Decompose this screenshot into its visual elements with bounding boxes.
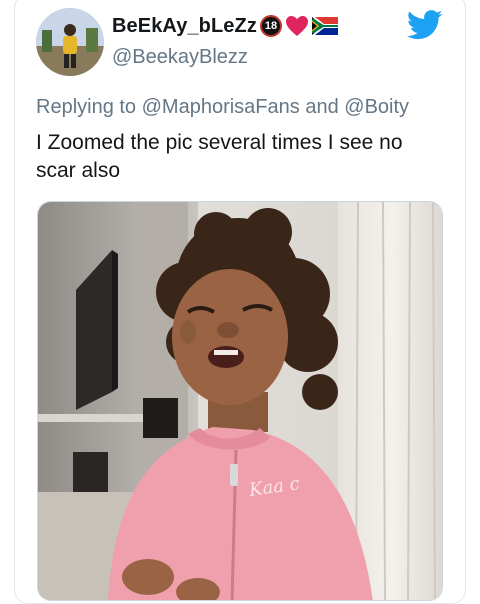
name-row: BeEkAy_bLeZz 18 (112, 13, 338, 39)
avatar[interactable] (36, 8, 104, 76)
reply-joiner: and (305, 96, 339, 118)
mention-link[interactable]: @Boity (344, 96, 409, 118)
south-africa-flag-icon (311, 17, 338, 35)
age-18-badge: 18 (259, 15, 282, 37)
replying-prefix: Replying to (36, 96, 137, 118)
twitter-bird-icon (406, 9, 443, 41)
heart-emoji-icon (285, 15, 309, 37)
replying-to-line: Replying to @MaphorisaFans and @Boity (36, 96, 409, 119)
tweet-media-image[interactable]: Kaa c (37, 201, 443, 601)
mention-link[interactable]: @MaphorisaFans (142, 96, 300, 118)
display-name[interactable]: BeEkAy_bLeZz (112, 15, 257, 38)
tweet-text: I Zoomed the pic several times I see no … (36, 131, 403, 182)
user-handle[interactable]: @BeekayBlezz (112, 46, 248, 69)
